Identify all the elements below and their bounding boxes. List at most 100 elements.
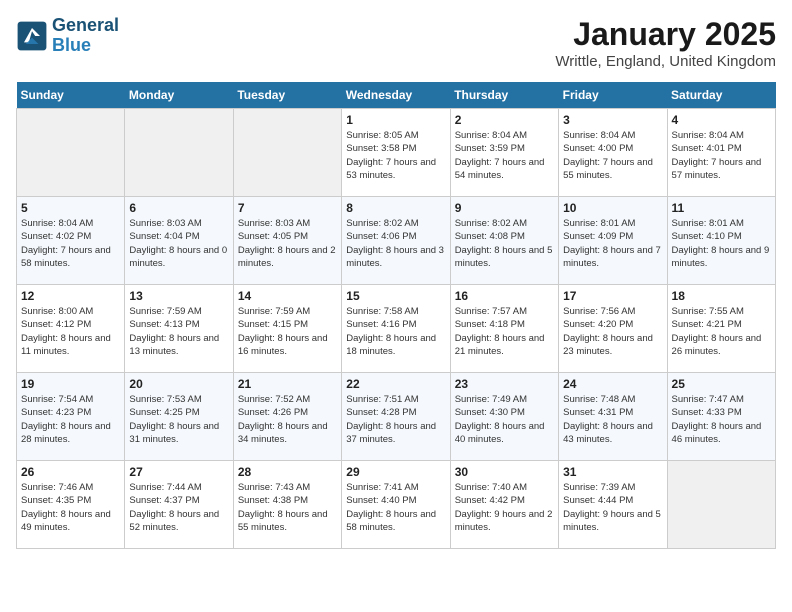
- day-number: 23: [455, 377, 554, 391]
- day-number: 12: [21, 289, 120, 303]
- page-header: General Blue January 2025 Writtle, Engla…: [16, 16, 776, 70]
- day-number: 5: [21, 201, 120, 215]
- calendar-cell: 31Sunrise: 7:39 AMSunset: 4:44 PMDayligh…: [559, 461, 667, 549]
- calendar-cell: 3 Sunrise: 8:04 AMSunset: 4:00 PMDaylight…: [559, 109, 667, 197]
- day-number: 17: [563, 289, 662, 303]
- day-number: 20: [129, 377, 228, 391]
- day-info: Sunrise: 7:55 AMSunset: 4:21 PMDaylight:…: [672, 305, 771, 358]
- day-number: 6: [129, 201, 228, 215]
- month-title: January 2025: [555, 16, 776, 53]
- calendar-cell: 7 Sunrise: 8:03 AMSunset: 4:05 PMDaylight…: [233, 197, 341, 285]
- day-info: Sunrise: 7:48 AMSunset: 4:31 PMDaylight:…: [563, 393, 662, 446]
- day-info: Sunrise: 7:56 AMSunset: 4:20 PMDaylight:…: [563, 305, 662, 358]
- calendar-cell: 25 Sunrise: 7:47 AMSunset: 4:33 PMDayligh…: [667, 373, 775, 461]
- day-number: 2: [455, 113, 554, 127]
- day-number: 10: [563, 201, 662, 215]
- calendar-cell: 17 Sunrise: 7:56 AMSunset: 4:20 PMDayligh…: [559, 285, 667, 373]
- day-info: Sunrise: 8:02 AMSunset: 4:06 PMDaylight:…: [346, 217, 445, 270]
- day-info: Sunrise: 8:00 AMSunset: 4:12 PMDaylight:…: [21, 305, 120, 358]
- day-number: 25: [672, 377, 771, 391]
- calendar-cell: 27 Sunrise: 7:44 AMSunset: 4:37 PMDayligh…: [125, 461, 233, 549]
- day-number: 9: [455, 201, 554, 215]
- day-number: 26: [21, 465, 120, 479]
- title-section: January 2025 Writtle, England, United Ki…: [555, 16, 776, 70]
- weekday-header-wednesday: Wednesday: [342, 82, 450, 109]
- day-info: Sunrise: 8:01 AMSunset: 4:09 PMDaylight:…: [563, 217, 662, 270]
- weekday-header-sunday: Sunday: [17, 82, 125, 109]
- calendar-cell: [233, 109, 341, 197]
- calendar-cell: 2 Sunrise: 8:04 AMSunset: 3:59 PMDaylight…: [450, 109, 558, 197]
- weekday-header-monday: Monday: [125, 82, 233, 109]
- day-info: Sunrise: 7:59 AMSunset: 4:15 PMDaylight:…: [238, 305, 337, 358]
- weekday-header-tuesday: Tuesday: [233, 82, 341, 109]
- day-info: Sunrise: 7:51 AMSunset: 4:28 PMDaylight:…: [346, 393, 445, 446]
- day-info: Sunrise: 7:47 AMSunset: 4:33 PMDaylight:…: [672, 393, 771, 446]
- day-number: 27: [129, 465, 228, 479]
- day-info: Sunrise: 8:04 AMSunset: 4:00 PMDaylight:…: [563, 129, 662, 182]
- location: Writtle, England, United Kingdom: [555, 53, 776, 70]
- day-number: 24: [563, 377, 662, 391]
- day-number: 3: [563, 113, 662, 127]
- day-number: 28: [238, 465, 337, 479]
- calendar-cell: 11Sunrise: 8:01 AMSunset: 4:10 PMDayligh…: [667, 197, 775, 285]
- day-number: 22: [346, 377, 445, 391]
- calendar-cell: 6Sunrise: 8:03 AMSunset: 4:04 PMDaylight…: [125, 197, 233, 285]
- week-row-3: 12 Sunrise: 8:00 AMSunset: 4:12 PMDayligh…: [17, 285, 776, 373]
- calendar-cell: 20 Sunrise: 7:53 AMSunset: 4:25 PMDayligh…: [125, 373, 233, 461]
- day-info: Sunrise: 7:49 AMSunset: 4:30 PMDaylight:…: [455, 393, 554, 446]
- calendar-cell: 21 Sunrise: 7:52 AMSunset: 4:26 PMDayligh…: [233, 373, 341, 461]
- week-row-4: 19Sunrise: 7:54 AMSunset: 4:23 PMDayligh…: [17, 373, 776, 461]
- day-number: 7: [238, 201, 337, 215]
- calendar-cell: 28 Sunrise: 7:43 AMSunset: 4:38 PMDayligh…: [233, 461, 341, 549]
- day-info: Sunrise: 7:52 AMSunset: 4:26 PMDaylight:…: [238, 393, 337, 446]
- day-info: Sunrise: 7:43 AMSunset: 4:38 PMDaylight:…: [238, 481, 337, 534]
- weekday-header-row: SundayMondayTuesdayWednesdayThursdayFrid…: [17, 82, 776, 109]
- day-number: 16: [455, 289, 554, 303]
- day-number: 15: [346, 289, 445, 303]
- day-number: 31: [563, 465, 662, 479]
- day-info: Sunrise: 7:40 AMSunset: 4:42 PMDaylight:…: [455, 481, 554, 534]
- day-info: Sunrise: 7:58 AMSunset: 4:16 PMDaylight:…: [346, 305, 445, 358]
- calendar-cell: 18 Sunrise: 7:55 AMSunset: 4:21 PMDayligh…: [667, 285, 775, 373]
- day-info: Sunrise: 8:04 AMSunset: 3:59 PMDaylight:…: [455, 129, 554, 182]
- day-info: Sunrise: 8:01 AMSunset: 4:10 PMDaylight:…: [672, 217, 771, 270]
- day-info: Sunrise: 7:44 AMSunset: 4:37 PMDaylight:…: [129, 481, 228, 534]
- calendar-cell: 4 Sunrise: 8:04 AMSunset: 4:01 PMDaylight…: [667, 109, 775, 197]
- day-info: Sunrise: 7:53 AMSunset: 4:25 PMDaylight:…: [129, 393, 228, 446]
- day-info: Sunrise: 7:54 AMSunset: 4:23 PMDaylight:…: [21, 393, 120, 446]
- calendar-cell: 19Sunrise: 7:54 AMSunset: 4:23 PMDayligh…: [17, 373, 125, 461]
- day-number: 14: [238, 289, 337, 303]
- calendar-cell: [17, 109, 125, 197]
- day-info: Sunrise: 7:57 AMSunset: 4:18 PMDaylight:…: [455, 305, 554, 358]
- calendar-cell: 12 Sunrise: 8:00 AMSunset: 4:12 PMDayligh…: [17, 285, 125, 373]
- weekday-header-friday: Friday: [559, 82, 667, 109]
- calendar-cell: 8Sunrise: 8:02 AMSunset: 4:06 PMDaylight…: [342, 197, 450, 285]
- day-number: 30: [455, 465, 554, 479]
- logo: General Blue: [16, 16, 119, 56]
- day-info: Sunrise: 7:59 AMSunset: 4:13 PMDaylight:…: [129, 305, 228, 358]
- day-info: Sunrise: 7:46 AMSunset: 4:35 PMDaylight:…: [21, 481, 120, 534]
- day-number: 21: [238, 377, 337, 391]
- day-info: Sunrise: 8:04 AMSunset: 4:02 PMDaylight:…: [21, 217, 120, 270]
- calendar-cell: 14 Sunrise: 7:59 AMSunset: 4:15 PMDayligh…: [233, 285, 341, 373]
- day-number: 1: [346, 113, 445, 127]
- day-number: 29: [346, 465, 445, 479]
- day-number: 13: [129, 289, 228, 303]
- logo-icon: [16, 20, 48, 52]
- calendar-cell: 15 Sunrise: 7:58 AMSunset: 4:16 PMDayligh…: [342, 285, 450, 373]
- calendar-cell: 16 Sunrise: 7:57 AMSunset: 4:18 PMDayligh…: [450, 285, 558, 373]
- week-row-2: 5 Sunrise: 8:04 AMSunset: 4:02 PMDaylight…: [17, 197, 776, 285]
- day-number: 18: [672, 289, 771, 303]
- calendar-cell: [667, 461, 775, 549]
- calendar-cell: 26 Sunrise: 7:46 AMSunset: 4:35 PMDayligh…: [17, 461, 125, 549]
- calendar-cell: 24 Sunrise: 7:48 AMSunset: 4:31 PMDayligh…: [559, 373, 667, 461]
- week-row-5: 26 Sunrise: 7:46 AMSunset: 4:35 PMDayligh…: [17, 461, 776, 549]
- week-row-1: 1Sunrise: 8:05 AMSunset: 3:58 PMDaylight…: [17, 109, 776, 197]
- day-number: 4: [672, 113, 771, 127]
- weekday-header-thursday: Thursday: [450, 82, 558, 109]
- day-info: Sunrise: 8:04 AMSunset: 4:01 PMDaylight:…: [672, 129, 771, 182]
- day-info: Sunrise: 7:41 AMSunset: 4:40 PMDaylight:…: [346, 481, 445, 534]
- day-info: Sunrise: 8:02 AMSunset: 4:08 PMDaylight:…: [455, 217, 554, 270]
- day-info: Sunrise: 8:03 AMSunset: 4:05 PMDaylight:…: [238, 217, 337, 270]
- calendar-table: SundayMondayTuesdayWednesdayThursdayFrid…: [16, 82, 776, 549]
